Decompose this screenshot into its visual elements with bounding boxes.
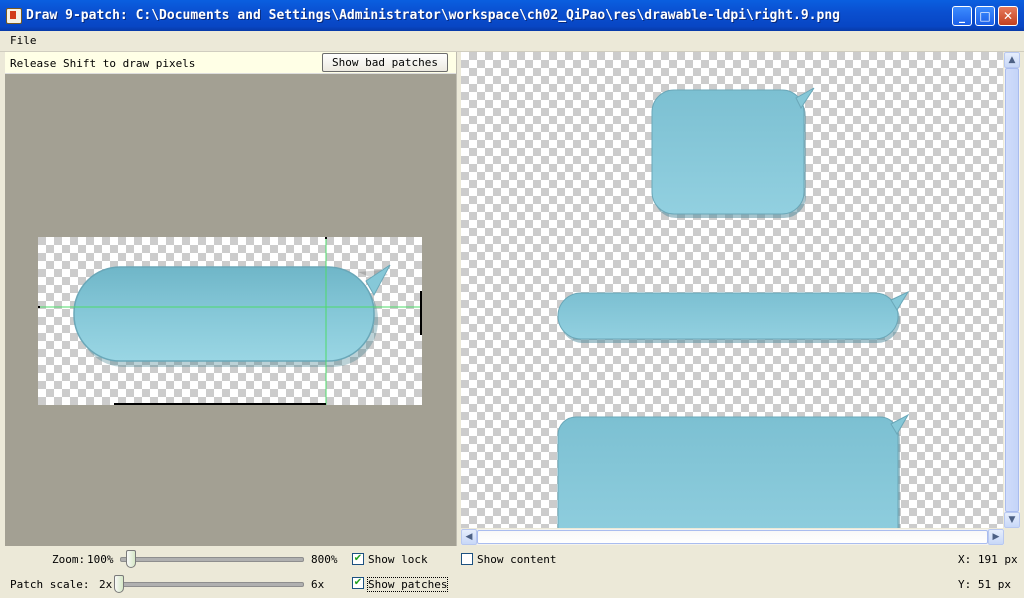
show-bad-patches-button[interactable]: Show bad patches [322, 53, 448, 72]
scroll-down-icon[interactable]: ▼ [1004, 512, 1020, 528]
zoom-max-label: 800% [311, 553, 338, 566]
window-title: Draw 9-patch: C:\Documents and Settings\… [26, 8, 840, 23]
show-lock-label: Show lock [368, 553, 428, 566]
show-patches-label: Show patches [366, 577, 449, 592]
y-coordinate-readout: Y: 51 px [958, 578, 1011, 591]
zoom-slider-track[interactable] [120, 557, 304, 562]
zoom-label: Zoom: [52, 553, 86, 566]
menu-bar: File [0, 31, 1024, 52]
close-button[interactable]: ✕ [998, 6, 1018, 26]
nine-patch-editor-image[interactable] [38, 237, 422, 405]
maximize-button[interactable]: □ [975, 6, 995, 26]
zoom-slider-thumb[interactable] [126, 550, 136, 568]
show-content-label: Show content [477, 553, 557, 566]
preview-wide-bubble [557, 290, 910, 343]
preview-pane [461, 52, 1003, 528]
scroll-up-icon[interactable]: ▲ [1004, 52, 1020, 68]
scroll-left-icon[interactable]: ◀ [461, 529, 477, 545]
preview-square-bubble [651, 87, 815, 218]
preview-large-bubble [557, 413, 910, 528]
patch-scale-max-label: 6x [311, 578, 325, 591]
horizontal-scroll-thumb[interactable] [477, 530, 988, 544]
minimize-button[interactable]: _ [952, 6, 972, 26]
patch-scale-slider-track[interactable] [114, 582, 304, 587]
patch-scale-slider-thumb[interactable] [114, 575, 124, 593]
menu-file[interactable]: File [10, 34, 37, 47]
stretched-previews [557, 87, 910, 528]
show-content-checkbox[interactable] [461, 553, 473, 565]
shift-hint-text: Release Shift to draw pixels [10, 57, 196, 70]
show-patches-checkbox[interactable]: ✔ [352, 577, 364, 589]
vertical-scroll-thumb[interactable] [1005, 68, 1019, 512]
x-coordinate-readout: X: 191 px [958, 553, 1018, 566]
app-icon [6, 8, 22, 24]
title-bar: Draw 9-patch: C:\Documents and Settings\… [0, 0, 1024, 31]
scroll-right-icon[interactable]: ▶ [988, 529, 1004, 545]
zoom-min-label: 100% [87, 553, 114, 566]
patch-scale-label: Patch scale: [10, 578, 90, 591]
patch-scale-min-label: 2x [99, 578, 113, 591]
show-lock-checkbox[interactable]: ✔ [352, 553, 364, 565]
